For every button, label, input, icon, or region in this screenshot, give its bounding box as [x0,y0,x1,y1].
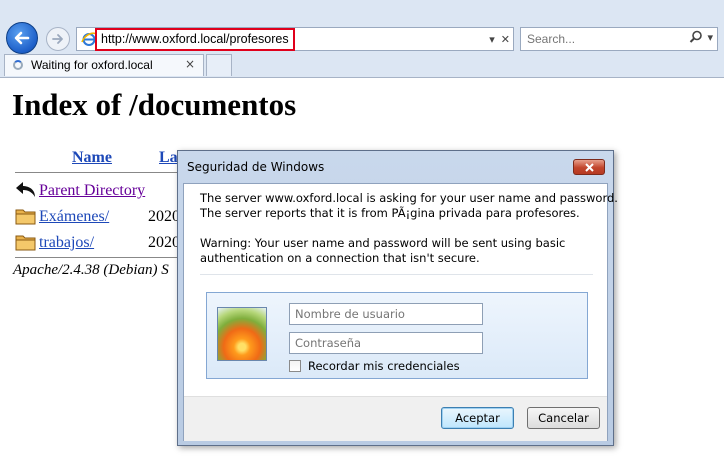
dialog-footer: Aceptar Cancelar [184,396,607,441]
table-divider [15,257,180,258]
tab-label: Waiting for oxford.local [31,58,153,72]
password-input[interactable] [295,336,475,350]
back-arrow-icon [14,31,30,45]
search-box[interactable]: ▾ [520,27,718,51]
windows-security-dialog: Seguridad de Windows The server www.oxfo… [177,150,618,446]
stop-icon[interactable]: ✕ [501,33,510,46]
column-header-last-modified[interactable]: La [159,149,178,167]
parent-directory-link[interactable]: Parent Directory [39,182,145,200]
tab-loading[interactable]: Waiting for oxford.local × [4,54,204,76]
search-dropdown-icon[interactable]: ▾ [707,31,713,44]
close-icon [585,163,594,172]
password-field[interactable] [289,332,483,354]
user-avatar [217,307,267,361]
warning-message-line: Warning: Your user name and password wil… [200,236,566,250]
remember-credentials-checkbox[interactable]: Recordar mis credenciales [289,359,460,373]
last-modified: 2020 [148,234,180,251]
url-text[interactable]: http://www.oxford.local/profesores [95,28,295,51]
folder-icon [15,209,36,225]
dialog-title: Seguridad de Windows [187,160,325,174]
credential-panel: Recordar mis credenciales [206,292,588,379]
address-dropdown-icon[interactable]: ▾ [489,33,495,46]
dialog-body: The server www.oxford.local is asking fo… [183,183,618,441]
server-message-line: The server reports that it is from PÃ¡gi… [200,206,580,220]
username-input[interactable] [295,307,475,321]
accept-button[interactable]: Aceptar [441,407,514,429]
toolbar-divider [0,77,724,78]
browser-toolbar: http://www.oxford.local/profesores ▾ ✕ ▾… [0,0,724,78]
last-modified: 2020 [148,208,180,225]
checkbox[interactable] [289,360,301,372]
new-tab-button[interactable] [206,54,232,76]
server-message-line: The server www.oxford.local is asking fo… [200,191,618,205]
address-bar[interactable]: http://www.oxford.local/profesores ▾ ✕ [76,27,514,51]
warning-message-line: authentication on a connection that isn'… [200,251,480,265]
username-field[interactable] [289,303,483,325]
tab-close-icon[interactable]: × [185,57,195,71]
column-header-name[interactable]: Name [72,149,112,167]
search-input[interactable] [527,31,677,47]
dialog-divider [200,274,593,275]
folder-icon [15,235,36,251]
folder-link-trabajos[interactable]: trabajos/ [39,234,94,252]
back-arrow-icon [16,182,35,197]
search-icon[interactable] [689,30,703,44]
forward-button[interactable] [46,27,70,51]
page-title: Index of /documentos [12,87,297,122]
folder-link-examenes[interactable]: Exámenes/ [39,208,109,226]
forward-arrow-icon [52,34,63,44]
server-signature: Apache/2.4.38 (Debian) S [13,262,169,278]
remember-label: Recordar mis credenciales [308,359,460,373]
dialog-close-button[interactable] [573,159,605,175]
back-button[interactable] [6,22,38,54]
loading-spinner-icon [13,60,23,70]
cancel-button[interactable]: Cancelar [527,407,600,429]
table-divider [15,172,180,173]
